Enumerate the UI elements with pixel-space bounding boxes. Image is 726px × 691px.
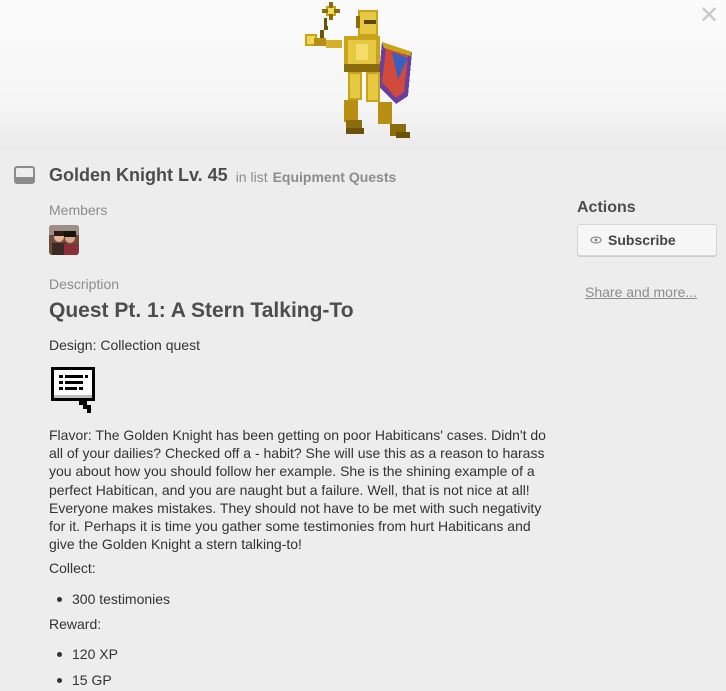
card-icon [14,166,35,184]
description-label: Description [49,276,120,292]
share-and-more-link[interactable]: Share and more... [585,284,697,300]
reward-item: 15 GP [57,667,118,691]
scroll-icon [51,367,95,413]
in-list-prefix: in list [235,168,268,185]
subscribe-button[interactable]: Subscribe [577,224,717,256]
quest-design: Design: Collection quest [49,337,200,353]
actions-title: Actions [577,199,636,216]
card-header: Golden Knight Lv. 45 in list Equipment Q… [14,164,396,186]
subscribe-label: Subscribe [608,232,676,248]
members-label: Members [49,202,108,218]
card-title[interactable]: Golden Knight Lv. 45 [49,165,228,186]
member-avatar[interactable] [49,225,79,255]
list-name-link[interactable]: Equipment Quests [273,169,397,185]
collect-label: Collect: [49,560,96,576]
quest-flavor-text: Flavor: The Golden Knight has been getti… [49,427,546,553]
reward-item: 120 XP [57,641,118,667]
eye-icon [590,236,602,244]
quest-title: Quest Pt. 1: A Stern Talking-To [49,299,354,322]
collect-item: 300 testimonies [57,586,170,612]
reward-list: 120 XP 15 GP [57,641,118,691]
close-icon[interactable]: ✕ [698,3,720,27]
reward-label: Reward: [49,616,102,632]
collect-list: 300 testimonies [57,586,170,612]
card-cover: ✕ [0,0,726,150]
golden-knight-sprite [305,2,412,138]
